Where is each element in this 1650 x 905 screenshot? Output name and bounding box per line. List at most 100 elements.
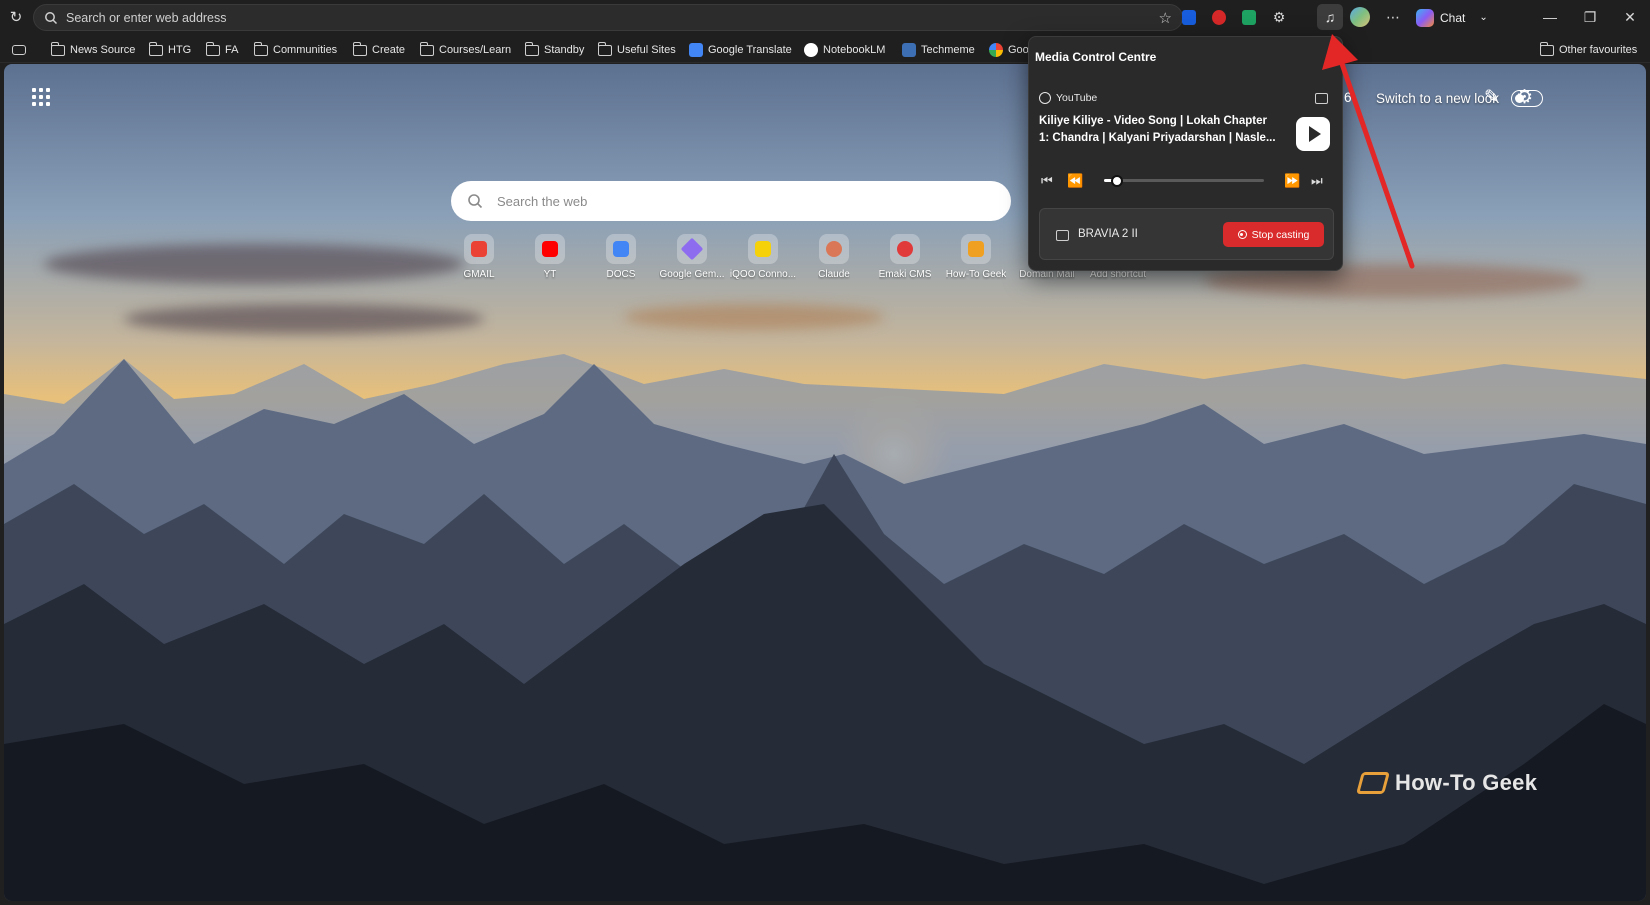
bookmark-folder-htg[interactable]: HTG <box>148 40 192 60</box>
profile-avatar[interactable] <box>1347 4 1373 30</box>
bookmark-folder-standby[interactable]: Standby <box>524 40 585 60</box>
address-placeholder: Search or enter web address <box>66 10 227 25</box>
new-tab-page: Search the web GMAIL YT DOCS Google Gem.… <box>4 64 1646 901</box>
bookmark-label: News Source <box>70 44 136 56</box>
how-to-geek-icon <box>968 241 984 257</box>
bookmark-label: Communities <box>273 44 338 56</box>
bookmark-folder-create[interactable]: Create <box>352 40 406 60</box>
bookmark-label: Google Translate <box>708 44 792 56</box>
web-search-box[interactable]: Search the web <box>451 181 1011 221</box>
media-control-icon[interactable]: ♫ <box>1317 4 1343 30</box>
red-extension-icon[interactable] <box>1206 4 1232 30</box>
globe-icon <box>1039 92 1051 104</box>
shortcut-claude[interactable]: Claude <box>799 234 869 280</box>
bookmark-notebooklm[interactable]: NotebookLM <box>804 40 885 60</box>
close-icon[interactable]: ✕ <box>1610 4 1650 30</box>
how-to-geek-logo <box>1356 772 1390 794</box>
settings-gear-icon[interactable]: ⚙ <box>1516 86 1533 109</box>
bookmark-label: Useful Sites <box>617 44 676 56</box>
chevron-down-icon: ⌄ <box>1479 12 1488 23</box>
folder-icon <box>597 41 612 56</box>
how-to-geek-watermark: How-To Geek <box>1356 770 1538 796</box>
shortcut-label: iQOO Conno... <box>729 269 797 280</box>
stop-casting-button[interactable]: Stop casting <box>1223 222 1324 247</box>
cast-icon[interactable] <box>1315 93 1328 104</box>
track-title-line2: 1: Chandra | Kalyani Priyadarshan | Nasl… <box>1039 132 1276 144</box>
bookmark-label: Goo <box>1008 44 1029 56</box>
shortcut-label: GMAIL <box>463 269 495 280</box>
track-title: Kiliye Kiliye - Video Song | Lokah Chapt… <box>1039 113 1279 147</box>
bookmark-google[interactable]: Goo <box>989 40 1029 60</box>
watermark-text: How-To Geek <box>1395 770 1538 795</box>
gemini-icon <box>680 237 704 261</box>
media-source: YouTube <box>1039 92 1097 104</box>
cast-device-icon <box>1056 230 1069 241</box>
bookmark-folder-communities[interactable]: Communities <box>253 40 338 60</box>
folder-icon <box>50 41 65 56</box>
restore-icon[interactable]: ❐ <box>1570 4 1610 30</box>
shortcut-iqoo[interactable]: iQOO Conno... <box>728 234 798 280</box>
google-icon <box>989 43 1003 57</box>
switch-new-look-label: Switch to a new look <box>1376 91 1500 106</box>
fast-forward-icon[interactable]: ⏩ <box>1284 173 1300 189</box>
emaki-icon <box>897 241 913 257</box>
media-control-centre-panel: Media Control Centre YouTube Kiliye Kili… <box>1028 36 1343 271</box>
google-translate-icon <box>689 43 703 57</box>
seek-slider[interactable] <box>1104 174 1264 187</box>
search-icon <box>468 194 483 209</box>
shortcut-youtube[interactable]: YT <box>515 234 585 280</box>
bookmark-label: Create <box>372 44 406 56</box>
folder-icon <box>1539 41 1554 56</box>
cast-device-row: BRAVIA 2 II Stop casting <box>1039 208 1334 260</box>
bookmark-folder-courses-learn[interactable]: Courses/Learn <box>419 40 512 60</box>
bookmark-techmeme[interactable]: Techmeme <box>902 40 975 60</box>
shortcut-how-to-geek[interactable]: How-To Geek <box>941 234 1011 280</box>
extensions-puzzle-icon[interactable]: ⚙ <box>1266 4 1292 30</box>
chat-label: Chat <box>1440 10 1466 25</box>
shortcut-emaki-cms[interactable]: Emaki CMS <box>870 234 940 280</box>
shortcut-docs[interactable]: DOCS <box>586 234 656 280</box>
iqoo-icon <box>755 241 771 257</box>
bookmark-google-translate[interactable]: Google Translate <box>689 40 792 60</box>
cast-device-name: BRAVIA 2 II <box>1078 228 1138 240</box>
folder-icon <box>524 41 539 56</box>
play-button[interactable] <box>1296 117 1330 151</box>
bookmark-other-favourites[interactable]: Other favourites <box>1539 40 1637 60</box>
tab-actions-icon[interactable] <box>12 40 26 60</box>
green-extension-icon[interactable] <box>1236 4 1262 30</box>
copilot-icon <box>1416 8 1434 27</box>
shortcut-label: Claude <box>818 269 850 280</box>
bookmark-label: Courses/Learn <box>439 44 512 56</box>
title-bar: ↻ Search or enter web address ☆ ⚙ ♫ ⋯ Ch… <box>0 0 1650 35</box>
seek-knob[interactable] <box>1110 174 1123 187</box>
panel-title: Media Control Centre <box>1035 50 1157 64</box>
rewind-icon[interactable]: ⏪ <box>1067 173 1083 189</box>
bookmark-folder-useful-sites[interactable]: Useful Sites <box>597 40 676 60</box>
edit-pencil-icon[interactable]: ✎ <box>1484 86 1500 109</box>
more-menu-icon[interactable]: ⋯ <box>1380 4 1406 30</box>
favourite-star-icon[interactable]: ☆ <box>1159 9 1172 27</box>
stop-icon <box>1237 230 1247 239</box>
bitwarden-extension-icon[interactable] <box>1176 4 1202 30</box>
bookmark-label: Standby <box>544 44 585 56</box>
previous-track-icon[interactable]: ⏮ <box>1041 173 1053 189</box>
bookmark-folder-fa[interactable]: FA <box>205 40 238 60</box>
folder-icon <box>253 41 268 56</box>
copilot-chat-button[interactable]: Chat ⌄ <box>1408 5 1496 30</box>
apps-grid-icon[interactable] <box>32 88 50 106</box>
next-track-icon[interactable]: ⏭ <box>1311 173 1323 189</box>
folder-icon <box>352 41 367 56</box>
shortcut-label: Emaki CMS <box>878 269 932 280</box>
bookmark-folder-news-source[interactable]: News Source <box>50 40 136 60</box>
bookmark-label: HTG <box>168 44 192 56</box>
shortcut-gmail[interactable]: GMAIL <box>444 234 514 280</box>
address-bar[interactable]: Search or enter web address ☆ <box>33 4 1183 31</box>
minimize-icon[interactable]: — <box>1530 4 1570 30</box>
shortcut-label: YT <box>543 269 557 280</box>
folder-icon <box>205 41 220 56</box>
search-icon <box>45 11 58 24</box>
refresh-icon[interactable]: ↻ <box>2 3 30 31</box>
youtube-icon <box>542 241 558 257</box>
shortcut-google-gemini[interactable]: Google Gem... <box>657 234 727 280</box>
bookmarks-bar: News Source HTG FA Communities Create Co… <box>0 35 1650 63</box>
